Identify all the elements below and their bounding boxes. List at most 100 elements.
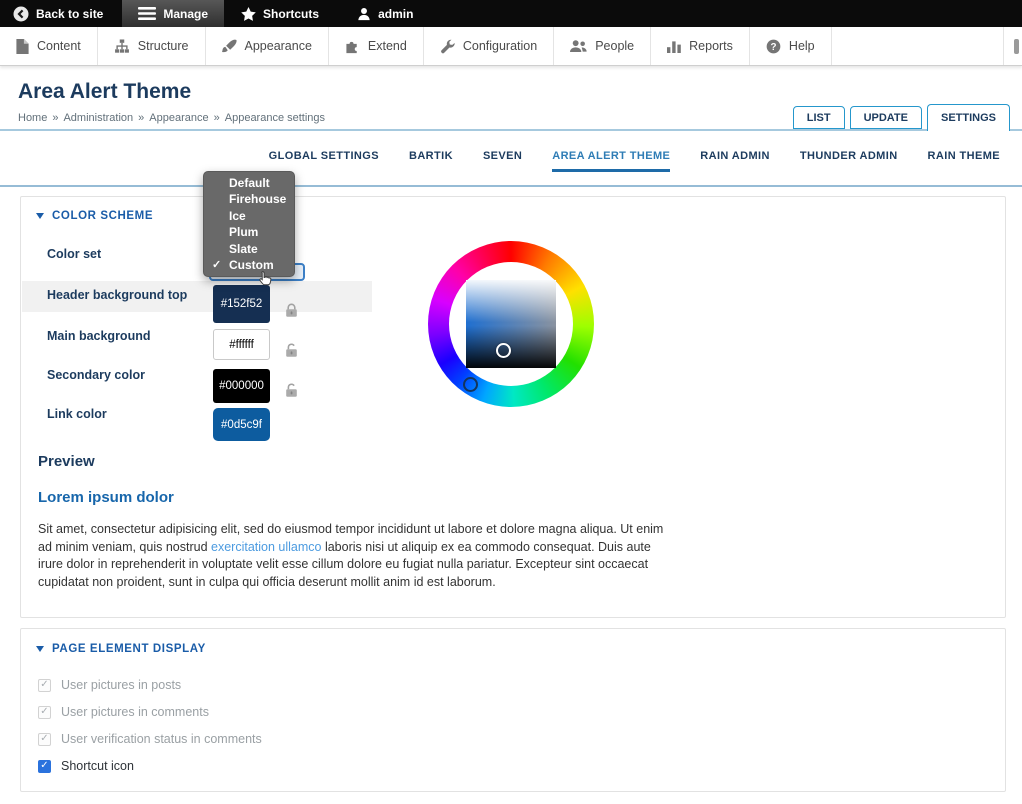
caret-down-icon <box>36 213 44 219</box>
back-to-site-button[interactable]: Back to site <box>0 0 116 27</box>
star-icon <box>241 7 256 21</box>
dropdown-option-firehouse[interactable]: Firehouse <box>204 191 294 207</box>
lock-open-icon[interactable] <box>285 343 298 358</box>
checkbox-user-pictures-comments: ✓ User pictures in comments <box>38 705 209 719</box>
checkbox-shortcut-icon[interactable]: ✓ Shortcut icon <box>38 759 134 773</box>
username-label: admin <box>378 7 413 21</box>
toolbar-label: Configuration <box>463 39 537 53</box>
preview-sample-heading: Lorem ipsum dolor <box>38 489 174 506</box>
header-background-top-input[interactable]: #152f52 <box>213 285 270 323</box>
secondary-color-input[interactable]: #000000 <box>213 369 270 403</box>
tab-update[interactable]: UPDATE <box>850 106 922 129</box>
checkbox-icon: ✓ <box>38 706 51 719</box>
tab-bartik[interactable]: BARTIK <box>409 150 453 172</box>
checkbox-label: User pictures in posts <box>61 678 181 692</box>
toolbar-item-structure[interactable]: Structure <box>98 27 206 65</box>
manage-label: Manage <box>163 7 208 21</box>
main-background-input[interactable]: #ffffff <box>213 329 270 360</box>
manage-tab[interactable]: Manage <box>122 0 224 27</box>
dropdown-option-ice[interactable]: Ice <box>204 208 294 224</box>
toolbar-label: Structure <box>138 39 189 53</box>
tab-list[interactable]: LIST <box>793 106 845 129</box>
user-menu[interactable]: admin <box>344 0 426 27</box>
svg-text:?: ? <box>770 41 776 52</box>
dropdown-option-default[interactable]: Default <box>204 175 294 191</box>
toolbar-item-people[interactable]: People <box>554 27 651 65</box>
checkbox-label: Shortcut icon <box>61 759 134 773</box>
secondary-color-label: Secondary color <box>47 368 145 382</box>
tab-settings[interactable]: SETTINGS <box>927 104 1010 131</box>
dropdown-option-custom[interactable]: ✓ Custom <box>204 257 294 273</box>
toolbar-item-configuration[interactable]: Configuration <box>424 27 554 65</box>
breadcrumb-separator: » <box>52 112 58 124</box>
checkbox-user-verification-status: ✓ User verification status in comments <box>38 732 262 746</box>
caret-down-icon <box>36 646 44 652</box>
toolbar-item-content[interactable]: Content <box>0 27 98 65</box>
color-scheme-legend-label: COLOR SCHEME <box>52 210 153 222</box>
color-set-dropdown-menu: Default Firehouse Ice Plum Slate ✓ Custo… <box>203 171 295 277</box>
help-icon: ? <box>766 39 781 54</box>
color-set-label: Color set <box>47 247 101 261</box>
admin-toolbar: Back to site Manage Shortcuts admin <box>0 0 1022 27</box>
sitemap-icon <box>114 39 130 54</box>
page-element-display-section: PAGE ELEMENT DISPLAY ✓ User pictures in … <box>20 628 1006 792</box>
tab-thunder-admin[interactable]: THUNDER ADMIN <box>800 150 898 172</box>
toolbar-item-help[interactable]: ? Help <box>750 27 832 65</box>
checkbox-icon: ✓ <box>38 679 51 692</box>
saturation-lightness-square[interactable] <box>466 280 556 368</box>
checkbox-user-pictures-posts: ✓ User pictures in posts <box>38 678 181 692</box>
breadcrumb-link-appearance-settings[interactable]: Appearance settings <box>225 112 325 124</box>
toolbar-label: Content <box>37 39 81 53</box>
shortcuts-tab[interactable]: Shortcuts <box>228 0 332 27</box>
people-icon <box>570 39 587 53</box>
lock-closed-icon[interactable] <box>285 303 298 318</box>
theme-settings-tabs: GLOBAL SETTINGS BARTIK SEVEN AREA ALERT … <box>269 150 1000 172</box>
preview-sample-paragraph: Sit amet, consectetur adipisicing elit, … <box>38 521 670 591</box>
checkbox-icon: ✓ <box>38 733 51 746</box>
page-element-display-legend[interactable]: PAGE ELEMENT DISPLAY <box>36 643 206 655</box>
dropdown-option-plum[interactable]: Plum <box>204 224 294 240</box>
tab-area-alert-theme[interactable]: AREA ALERT THEME <box>552 150 670 172</box>
saturation-marker[interactable] <box>496 343 511 358</box>
wrench-icon <box>440 39 455 54</box>
puzzle-icon <box>345 39 360 54</box>
menu-icon <box>138 7 156 20</box>
link-color-input[interactable]: #0d5c9f <box>213 408 270 441</box>
link-color-label: Link color <box>47 407 107 421</box>
tab-rain-theme[interactable]: RAIN THEME <box>928 150 1000 172</box>
checkbox-label: User verification status in comments <box>61 732 262 746</box>
admin-menu-bar: Content Structure Appearance Extend Conf… <box>0 27 1022 66</box>
toolbar-label: Help <box>789 39 815 53</box>
lock-open-icon[interactable] <box>285 383 298 398</box>
bar-chart-icon <box>667 39 681 53</box>
tab-seven[interactable]: SEVEN <box>483 150 522 172</box>
header-background-top-label: Header background top <box>47 288 187 302</box>
toolbar-item-reports[interactable]: Reports <box>651 27 750 65</box>
toolbar-item-appearance[interactable]: Appearance <box>206 27 329 65</box>
shortcuts-label: Shortcuts <box>263 7 319 21</box>
toolbar-item-extend[interactable]: Extend <box>329 27 424 65</box>
toolbar-orientation-toggle[interactable] <box>1003 27 1022 65</box>
file-icon <box>16 39 29 54</box>
checkbox-icon: ✓ <box>38 760 51 773</box>
check-icon: ✓ <box>212 257 221 273</box>
tab-rain-admin[interactable]: RAIN ADMIN <box>700 150 770 172</box>
breadcrumb-link-administration[interactable]: Administration <box>63 112 133 124</box>
page-title: Area Alert Theme <box>18 80 191 104</box>
tab-global-settings[interactable]: GLOBAL SETTINGS <box>269 150 379 172</box>
primary-tabs: LIST UPDATE SETTINGS <box>793 104 1010 131</box>
sample-link[interactable]: exercitation ullamco <box>211 540 321 554</box>
breadcrumb-separator: » <box>214 112 220 124</box>
back-to-site-label: Back to site <box>36 7 103 21</box>
page-element-display-legend-label: PAGE ELEMENT DISPLAY <box>52 643 206 655</box>
toolbar-spacer <box>832 27 1003 65</box>
orientation-toggle-icon <box>1014 39 1019 54</box>
color-scheme-legend[interactable]: COLOR SCHEME <box>36 210 153 222</box>
theme-tabs-divider-line <box>0 185 1022 187</box>
dropdown-option-slate[interactable]: Slate <box>204 241 294 257</box>
toolbar-label: People <box>595 39 634 53</box>
back-icon <box>13 6 29 22</box>
breadcrumb-link-home[interactable]: Home <box>18 112 47 124</box>
hue-marker[interactable] <box>463 377 478 392</box>
breadcrumb-link-appearance[interactable]: Appearance <box>149 112 208 124</box>
